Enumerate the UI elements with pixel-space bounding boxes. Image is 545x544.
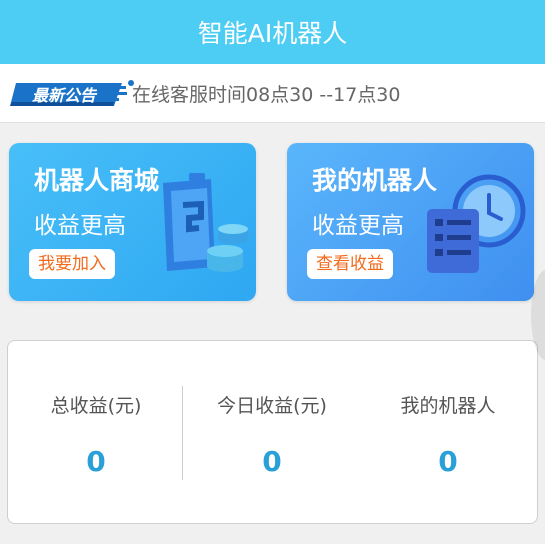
app-root: 智能AI机器人 最新公告 在线客服时间08点30 --17点30 机器人商城 收… [0,0,545,544]
page-title: 智能AI机器人 [197,19,348,48]
stat-my-robots[interactable]: 我的机器人 0 [360,341,536,523]
card-title: 机器人商城 [34,166,160,195]
stat-value: 0 [438,445,458,478]
earnings-summary-panel: 总收益(元) 0 今日收益(元) 0 我的机器人 0 [7,340,538,524]
stat-value: 0 [262,445,282,478]
stat-label: 今日收益(元) [217,395,327,417]
my-robots-card[interactable]: 我的机器人 收益更高 查看收益 [287,143,534,301]
stat-total-earnings: 总收益(元) 0 [8,341,184,523]
join-button[interactable]: 我要加入 [29,249,115,279]
robot-mall-card[interactable]: 机器人商城 收益更高 我要加入 [9,143,256,301]
card-subtitle: 收益更高 [312,213,404,239]
announcement-badge-label: 最新公告 [32,86,98,105]
card-subtitle: 收益更高 [34,213,126,239]
stat-label: 总收益(元) [50,395,142,417]
stat-value: 0 [86,445,106,478]
announcement-bar[interactable]: 最新公告 在线客服时间08点30 --17点30 [0,64,545,123]
card-title: 我的机器人 [312,166,438,195]
clock-checklist-icon [427,174,526,273]
announcement-text: 在线客服时间08点30 --17点30 [132,84,401,106]
view-earnings-button[interactable]: 查看收益 [307,249,393,279]
announcement-badge-icon: 最新公告 [10,80,134,106]
document-coins-icon [163,173,248,272]
stat-divider [182,386,183,480]
stat-label: 我的机器人 [400,395,496,417]
app-header: 智能AI机器人 [0,0,545,64]
stat-today-earnings: 今日收益(元) 0 [184,341,360,523]
